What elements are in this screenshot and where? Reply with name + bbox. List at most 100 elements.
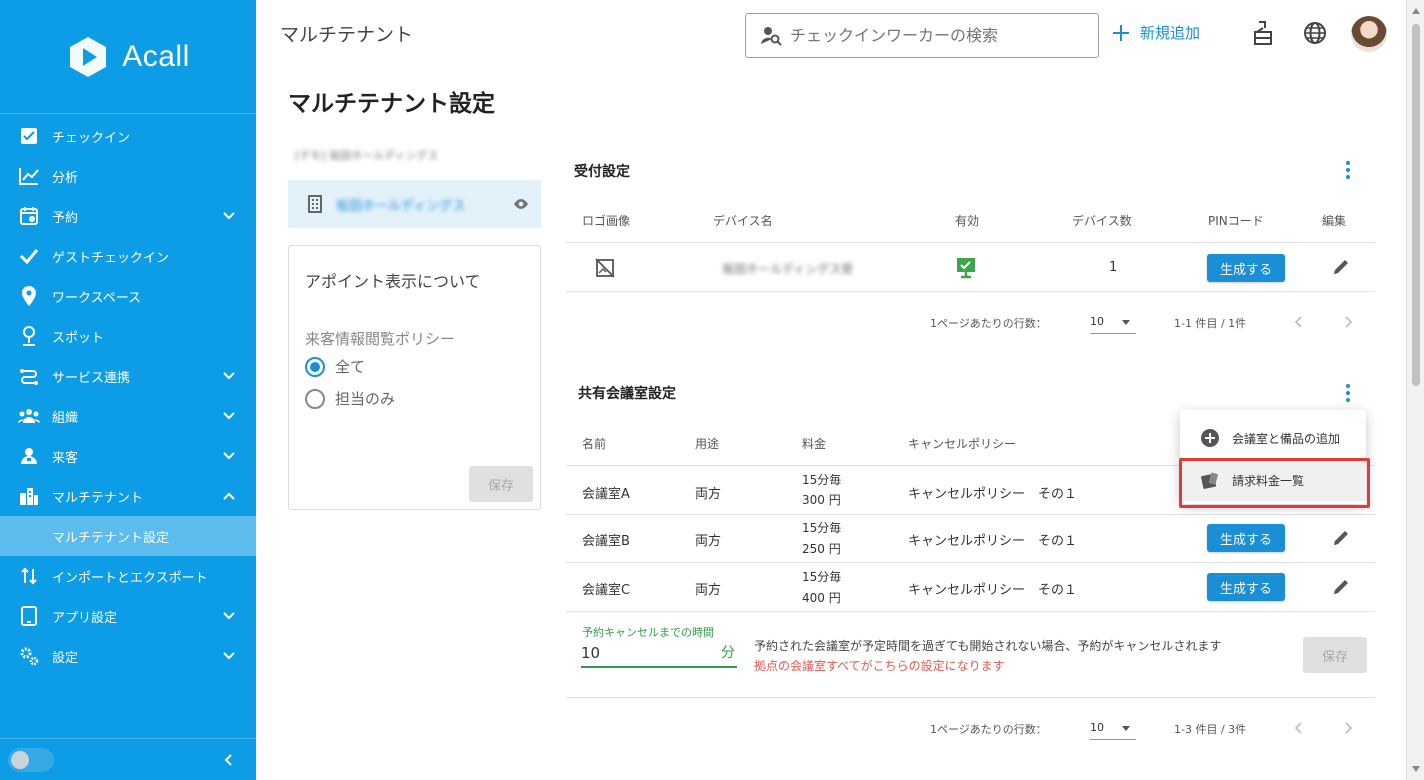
room-rate: 15分毎 [802,570,842,584]
sidebar-item-visitor[interactable]: 来客 [0,436,256,476]
sidebar-footer [0,738,256,780]
sidebar-item-analytics[interactable]: 分析 [0,156,256,196]
radio-option-all[interactable]: 全て [305,356,365,377]
column-header: 編集 [1322,214,1347,228]
next-page-icon[interactable] [1342,722,1354,734]
sidebar-nav: チェックイン 分析 予約 ゲストチェックイン ワークスペース スポット サービス… [0,114,256,676]
add-new-button[interactable]: 新規追加 [1112,22,1200,43]
divider [566,242,1375,243]
device-count: 1 [1109,260,1118,275]
rooms-more-icon[interactable] [1344,384,1352,402]
edit-pencil-icon[interactable] [1331,577,1351,597]
search-input[interactable] [790,26,1080,45]
prev-page-icon[interactable] [1293,722,1305,734]
header-title: マルチテナント [280,24,414,46]
printer-icon[interactable] [1250,20,1276,46]
room-price: 300 円 [802,493,841,507]
gears-icon [18,645,40,667]
scroll-down-icon[interactable] [1412,766,1420,772]
add-circle-icon [1201,429,1219,447]
sidebar-item-integration[interactable]: サービス連携 [0,356,256,396]
search-box[interactable] [745,13,1099,58]
room-use: 両方 [695,583,722,598]
collapse-sidebar-icon[interactable] [222,753,234,767]
sidebar: Acall チェックイン 分析 予約 ゲストチェックイン ワークスペース スポッ… [0,0,256,780]
radio-label: 担当のみ [335,390,396,408]
room-rate: 15分毎 [802,521,842,535]
tenant-list-item[interactable]: 坂田ホールディングス [288,180,541,228]
edit-pencil-icon[interactable] [1331,528,1351,548]
rows-per-page-select[interactable]: 10 [1090,308,1136,334]
column-header: デバイス名 [713,214,773,228]
scroll-thumb[interactable] [1412,24,1420,386]
cancel-time-label: 予約キャンセルまでの時間 [582,626,714,639]
sidebar-item-label: 組織 [52,410,79,426]
highlight-annotation [1179,458,1370,508]
scroll-up-icon[interactable] [1412,8,1420,14]
divider [566,562,1375,563]
group-icon [18,405,40,427]
sidebar-item-label: 設定 [52,650,79,666]
globe-icon[interactable] [1302,20,1328,46]
radio-unchecked-icon [305,388,325,409]
room-cancel-policy: キャンセルポリシー その１ [908,583,1078,598]
sidebar-item-label: インポートとエクスポート [52,570,208,586]
sidebar-item-guest-checkin[interactable]: ゲストチェックイン [0,236,256,276]
sidebar-item-settings[interactable]: 設定 [0,636,256,676]
plus-icon [1113,24,1129,41]
add-new-label: 新規追加 [1140,24,1201,42]
generate-button[interactable]: 生成する [1207,573,1285,601]
sidebar-item-import-export[interactable]: インポートとエクスポート [0,556,256,596]
brand[interactable]: Acall [0,0,256,114]
generate-button[interactable]: 生成する [1207,524,1285,552]
tablet-icon [18,605,40,627]
menu-item-add-room-equipment[interactable]: 会議室と備品の追加 [1180,417,1366,459]
generate-pin-button[interactable]: 生成する [1207,254,1285,282]
cancel-time-warning: 拠点の会議室すべてがこちらの設定になります [754,659,1005,673]
divider [566,514,1375,515]
sidebar-item-label: 来客 [52,450,79,466]
sidebar-item-organization[interactable]: 組織 [0,396,256,436]
checkbox-icon [18,125,40,147]
room-name: 会議室B [582,534,630,549]
rooms-save-button[interactable]: 保存 [1303,637,1367,673]
chevron-up-icon [223,492,235,500]
sidebar-item-workspace[interactable]: ワークスペース [0,276,256,316]
rows-per-page-label: 1ページあたりの行数： [930,723,1047,736]
room-name: 会議室A [582,487,630,502]
column-header: PINコード [1208,214,1264,228]
chart-icon [18,165,40,187]
eye-icon[interactable] [513,198,529,210]
room-use: 両方 [695,487,722,502]
appointment-save-button[interactable]: 保存 [469,466,533,502]
sidebar-item-label: 分析 [52,170,79,186]
cancel-time-value: 10 [581,644,601,662]
sidebar-item-checkin[interactable]: チェックイン [0,116,256,156]
reception-more-icon[interactable] [1344,161,1352,179]
sidebar-item-multitenant[interactable]: マルチテナント [0,476,256,516]
rows-per-page-select[interactable]: 10 [1090,714,1136,740]
pin-icon [18,285,40,307]
sidebar-item-app-settings[interactable]: アプリ設定 [0,596,256,636]
cancel-time-input[interactable]: 10 分 [581,640,737,668]
sidebar-subitem-multitenant-settings[interactable]: マルチテナント設定 [0,516,256,556]
building-icon [308,195,322,213]
page-scrollbar[interactable] [1406,0,1424,780]
check-icon [18,245,40,267]
sidebar-item-reservation[interactable]: 予約 [0,196,256,236]
sidebar-item-label: 予約 [52,210,79,226]
prev-page-icon[interactable] [1293,316,1305,328]
pagination-range: 1-3 件目 / 3件 [1174,723,1247,736]
radio-option-owner-only[interactable]: 担当のみ [305,388,395,409]
edit-pencil-icon[interactable] [1331,257,1351,277]
sidebar-toggle[interactable] [8,747,54,772]
sidebar-item-label: スポット [52,330,105,346]
next-page-icon[interactable] [1342,316,1354,328]
page-title: マルチテナント設定 [288,91,495,117]
radio-checked-icon [305,356,325,377]
column-header: 名前 [582,437,607,451]
sidebar-item-spot[interactable]: スポット [0,316,256,356]
person-pin-icon [18,325,40,347]
user-avatar[interactable] [1351,16,1387,52]
sidebar-item-label: ゲストチェックイン [52,250,170,266]
